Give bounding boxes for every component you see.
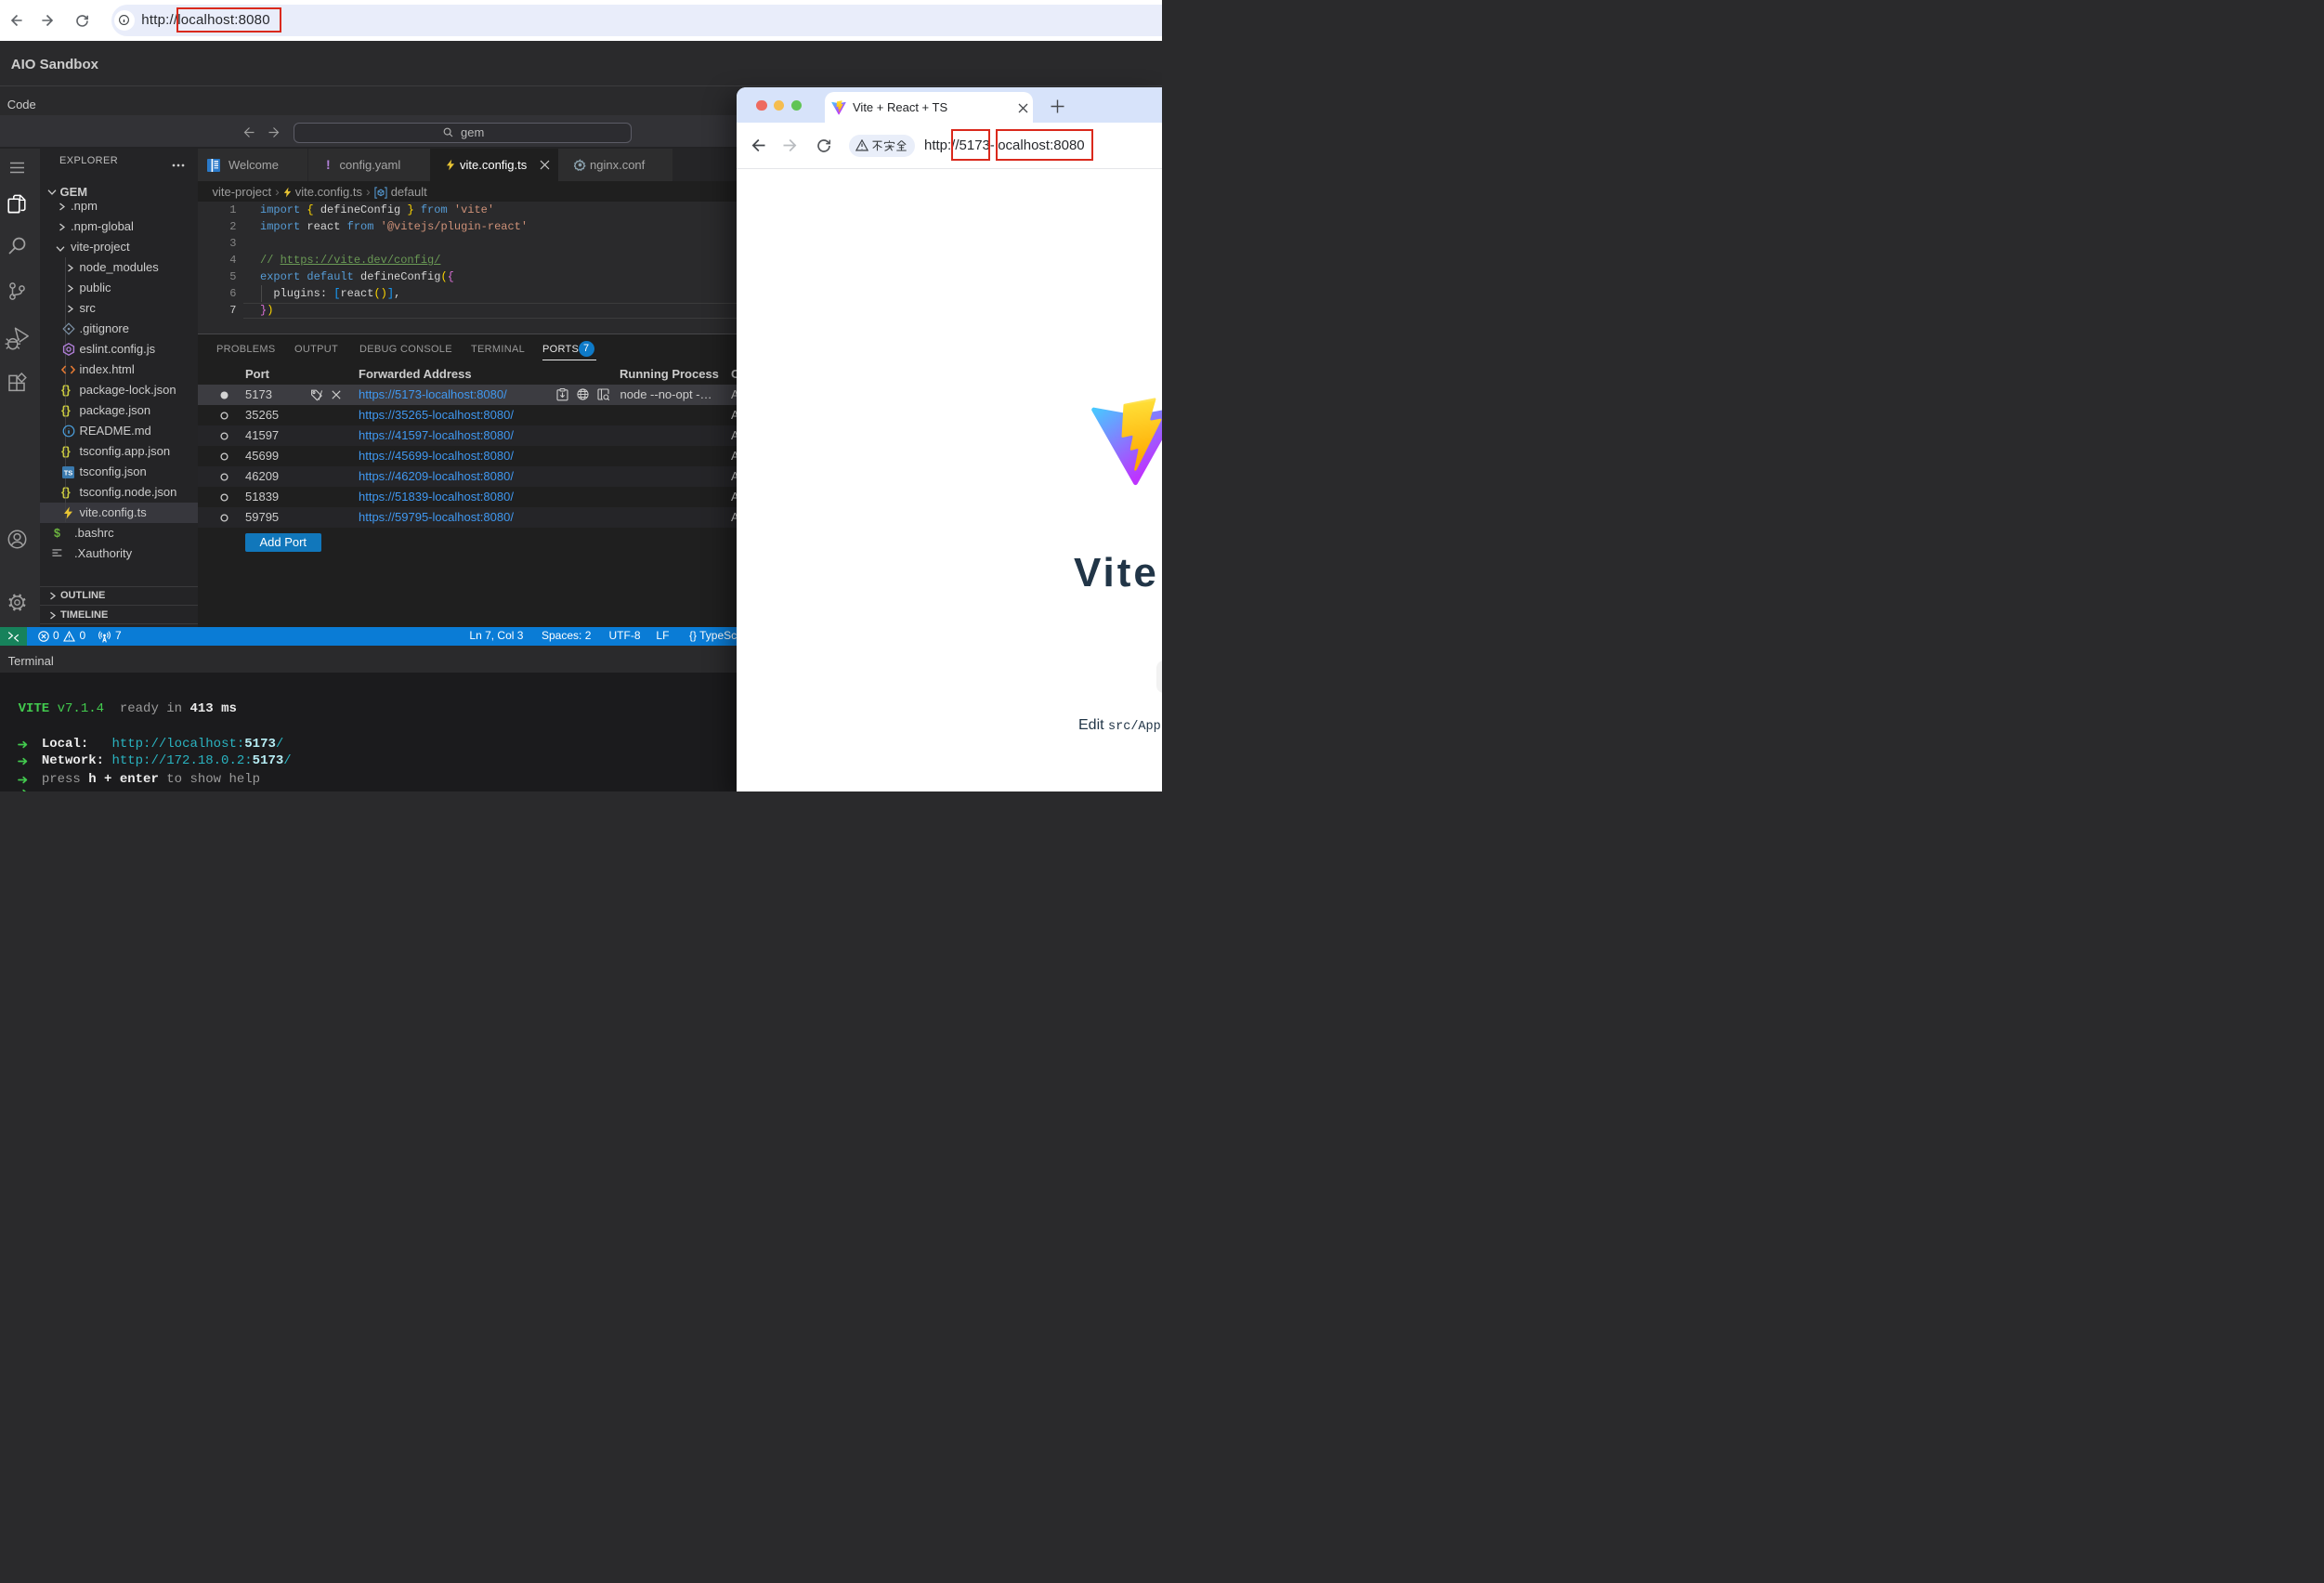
svg-text:TS: TS bbox=[64, 469, 73, 478]
